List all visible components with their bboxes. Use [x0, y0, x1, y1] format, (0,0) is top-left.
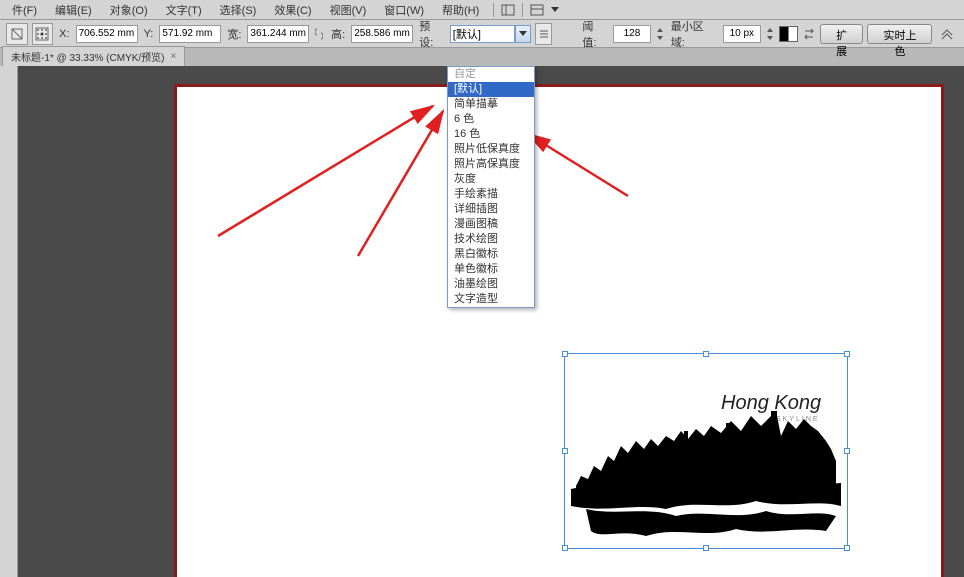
menu-effect[interactable]: 效果(C)	[266, 0, 319, 20]
chevron-down-icon[interactable]	[547, 3, 563, 17]
preset-label: 预设:	[419, 18, 444, 50]
preset-select[interactable]: [默认]	[450, 25, 515, 43]
livecolor-button[interactable]: 实时上色	[867, 24, 932, 44]
menu-edit[interactable]: 编辑(E)	[47, 0, 100, 20]
resize-handle-ml[interactable]	[562, 448, 568, 454]
dropdown-item: 自定	[448, 67, 534, 82]
resize-handle-bl[interactable]	[562, 545, 568, 551]
fill-stroke-swatch[interactable]	[779, 26, 799, 42]
menu-object[interactable]: 对象(O)	[102, 0, 156, 20]
resize-handle-mr[interactable]	[844, 448, 850, 454]
y-input[interactable]	[159, 25, 221, 43]
embed-icon[interactable]	[6, 23, 28, 45]
threshold-label: 阈值:	[582, 18, 607, 50]
menu-select[interactable]: 选择(S)	[212, 0, 265, 20]
menu-file[interactable]: 件(F)	[4, 0, 45, 20]
link-wh-icon[interactable]	[313, 28, 325, 40]
threshold-input[interactable]	[613, 25, 651, 43]
resize-handle-tl[interactable]	[562, 351, 568, 357]
dropdown-item[interactable]: 技术绘图	[448, 232, 534, 247]
h-input[interactable]	[351, 25, 413, 43]
w-input[interactable]	[247, 25, 309, 43]
resize-handle-br[interactable]	[844, 545, 850, 551]
h-label: 高:	[331, 26, 345, 42]
preset-options-icon[interactable]	[535, 23, 553, 45]
canvas-viewport[interactable]: Hong Kong SKYLINE	[18, 66, 964, 577]
tab-title: 未标题-1* @ 33.33% (CMYK/预览)	[11, 49, 165, 64]
separator	[522, 3, 523, 17]
x-input[interactable]	[76, 25, 138, 43]
dropdown-item[interactable]: 照片低保真度	[448, 142, 534, 157]
layout-icon-1[interactable]	[500, 3, 516, 17]
resize-handle-tr[interactable]	[844, 351, 850, 357]
preset-dropdown-list: 自定[默认]简单描摹6 色16 色照片低保真度照片高保真度灰度手绘素描详细插图漫…	[447, 66, 535, 308]
separator	[493, 3, 494, 17]
preset-dropdown-arrow[interactable]	[515, 25, 531, 43]
control-bar: X: Y: 宽: 高: 预设: [默认] 阈值: 最小区域: 扩展 实时上色	[0, 20, 964, 48]
threshold-stepper[interactable]	[655, 23, 665, 45]
menu-view[interactable]: 视图(V)	[322, 0, 375, 20]
menu-text[interactable]: 文字(T)	[158, 0, 210, 20]
selection-bounds[interactable]	[564, 353, 848, 549]
dropdown-item[interactable]: [默认]	[448, 82, 534, 97]
dropdown-item[interactable]: 6 色	[448, 112, 534, 127]
document-tab-bar: 未标题-1* @ 33.33% (CMYK/预览) ×	[0, 48, 964, 66]
minarea-label: 最小区域:	[671, 18, 717, 50]
resize-handle-tm[interactable]	[703, 351, 709, 357]
dropdown-item[interactable]: 黑白徽标	[448, 247, 534, 262]
corner-icon[interactable]	[936, 23, 958, 45]
ruler-vertical	[0, 66, 18, 577]
document-tab[interactable]: 未标题-1* @ 33.33% (CMYK/预览) ×	[2, 46, 185, 66]
minarea-input[interactable]	[723, 25, 761, 43]
dropdown-item[interactable]: 16 色	[448, 127, 534, 142]
x-label: X:	[59, 28, 69, 40]
dropdown-item[interactable]: 简单描摹	[448, 97, 534, 112]
expand-button[interactable]: 扩展	[820, 24, 864, 44]
dropdown-item[interactable]: 照片高保真度	[448, 157, 534, 172]
minarea-stepper[interactable]	[765, 23, 775, 45]
dropdown-item[interactable]: 单色徽标	[448, 262, 534, 277]
dropdown-item[interactable]: 手绘素描	[448, 187, 534, 202]
dropdown-item[interactable]: 油墨绘图	[448, 277, 534, 292]
canvas-area: Hong Kong SKYLINE	[0, 66, 964, 577]
transform-origin-icon[interactable]	[32, 23, 54, 45]
tab-close-icon[interactable]: ×	[171, 51, 177, 62]
layout-icon-2[interactable]	[529, 3, 545, 17]
dropdown-item[interactable]: 详细插图	[448, 202, 534, 217]
w-label: 宽:	[227, 26, 241, 42]
menu-bar: 件(F) 编辑(E) 对象(O) 文字(T) 选择(S) 效果(C) 视图(V)…	[0, 0, 964, 20]
dropdown-item[interactable]: 灰度	[448, 172, 534, 187]
dropdown-item[interactable]: 文字造型	[448, 292, 534, 307]
swap-icon[interactable]	[802, 23, 816, 45]
resize-handle-bm[interactable]	[703, 545, 709, 551]
y-label: Y:	[144, 28, 154, 40]
dropdown-item[interactable]: 漫画图稿	[448, 217, 534, 232]
